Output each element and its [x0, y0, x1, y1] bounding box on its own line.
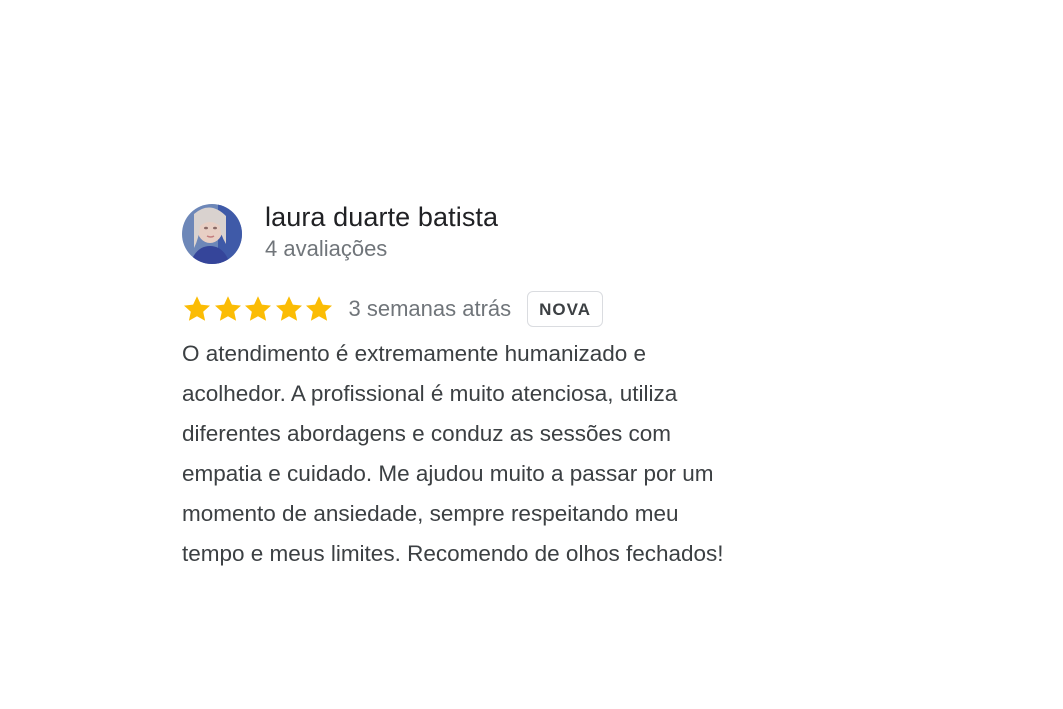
review-text-line: momento de ansiedade, sempre respeitando…	[182, 501, 679, 526]
reviewer-name[interactable]: laura duarte batista	[265, 200, 498, 234]
review-text: O atendimento é extremamente humanizado …	[182, 334, 862, 574]
review-card: laura duarte batista 4 avaliações 3 sema…	[182, 200, 882, 574]
star-icon	[304, 294, 334, 324]
review-text-line: diferentes abordagens e conduz as sessõe…	[182, 421, 672, 446]
review-text-line: O atendimento é extremamente humanizado …	[182, 341, 647, 366]
review-text-line: acolhedor. A profissional é muito atenci…	[182, 381, 678, 406]
avatar[interactable]	[182, 204, 242, 264]
reviewer-info: laura duarte batista 4 avaliações	[265, 200, 498, 264]
star-rating	[182, 294, 335, 324]
star-icon	[213, 294, 243, 324]
star-icon	[182, 294, 212, 324]
review-text-line: tempo e meus limites. Recomendo de olhos…	[182, 541, 724, 566]
new-badge: NOVA	[527, 291, 603, 327]
review-text-line: empatia e cuidado. Me ajudou muito a pas…	[182, 461, 714, 486]
reviewer-header: laura duarte batista 4 avaliações	[182, 200, 882, 264]
reviewer-review-count: 4 avaliações	[265, 236, 388, 261]
star-icon	[274, 294, 304, 324]
rating-row: 3 semanas atrás NOVA	[182, 290, 882, 328]
review-date: 3 semanas atrás	[348, 296, 512, 321]
star-icon	[243, 294, 273, 324]
